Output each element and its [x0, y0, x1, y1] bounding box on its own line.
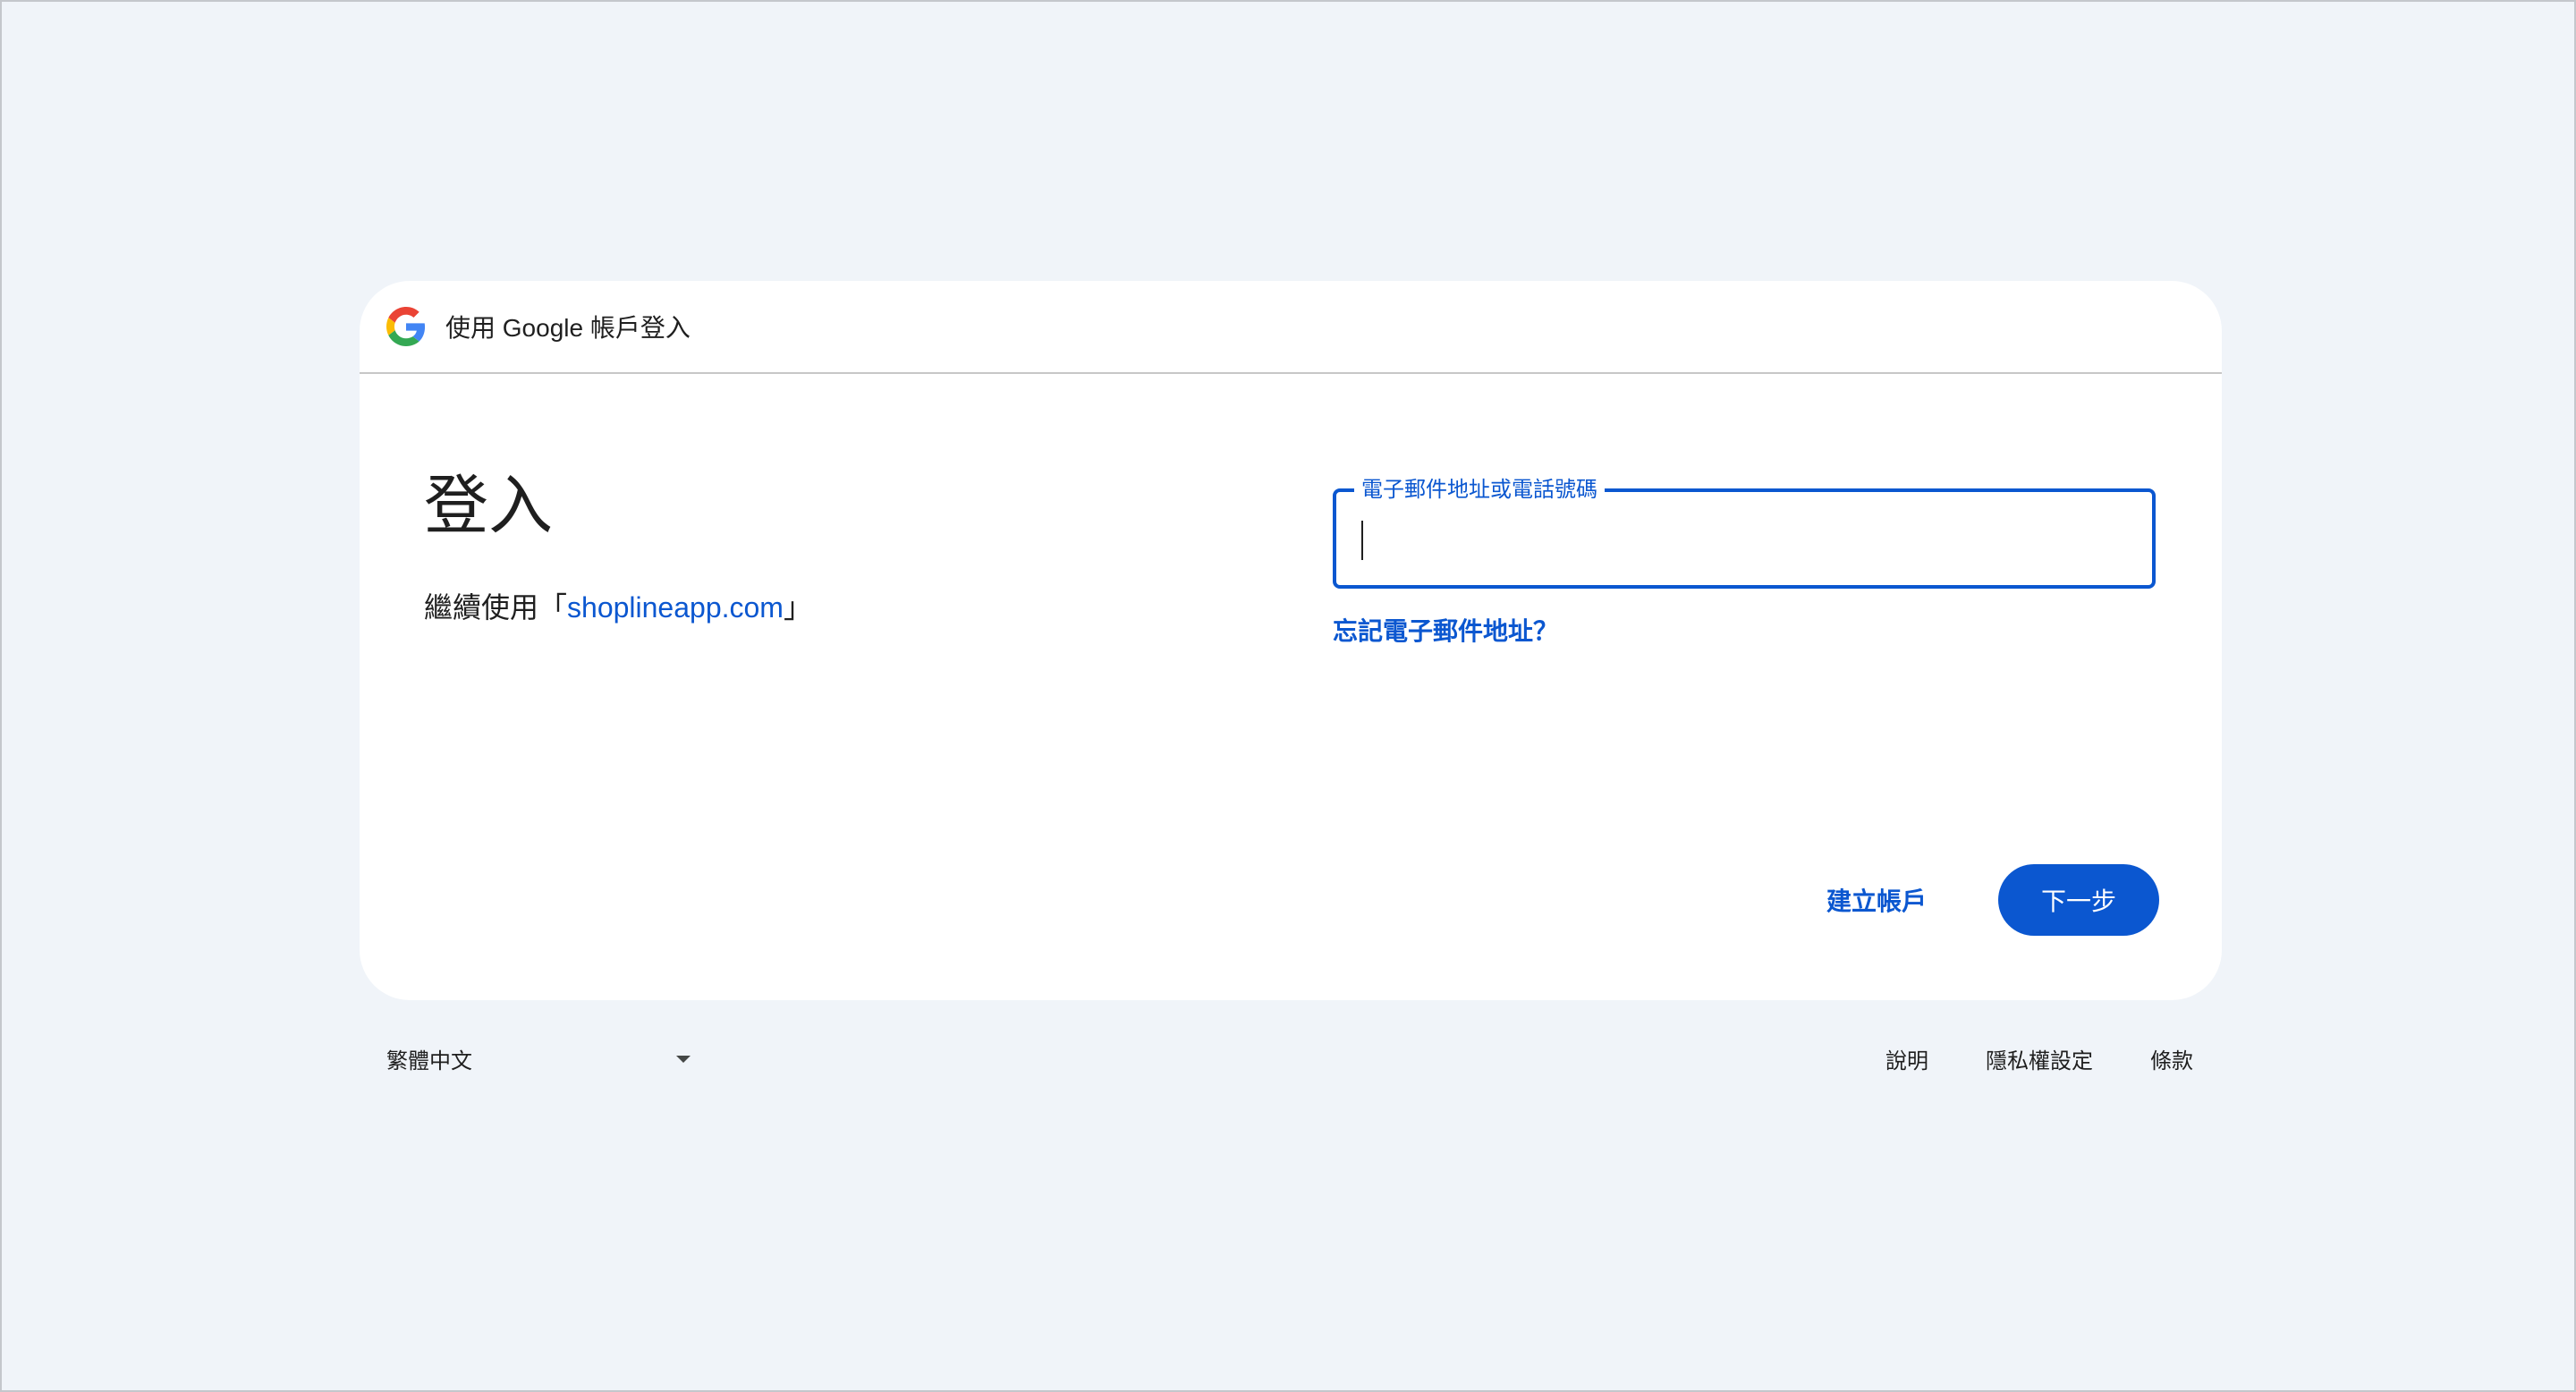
header-title: 使用 Google 帳戶登入 — [445, 314, 691, 342]
text-caret — [1361, 521, 1363, 560]
help-link[interactable]: 說明 — [1885, 1043, 1928, 1074]
create-account-button[interactable]: 建立帳戶 — [1805, 864, 1948, 936]
next-button[interactable]: 下一步 — [1998, 864, 2159, 936]
email-field-label: 電子郵件地址或電話號碼 — [1354, 476, 1605, 505]
app-link[interactable]: shoplineapp.com — [567, 591, 784, 624]
form-section: 電子郵件地址或電話號碼 忘記電子郵件地址？ — [1333, 476, 2156, 648]
privacy-link[interactable]: 隱私權設定 — [1986, 1043, 2093, 1074]
terms-link[interactable]: 條款 — [2150, 1043, 2193, 1074]
actions: 建立帳戶 下一步 — [1805, 864, 2159, 936]
subtitle: 繼續使用「shoplineapp.com」 — [424, 585, 812, 626]
heading-section: 登入 繼續使用「shoplineapp.com」 — [424, 474, 812, 626]
card-header: 使用 Google 帳戶登入 — [360, 281, 2222, 374]
forgot-email-link[interactable]: 忘記電子郵件地址？ — [1333, 612, 1558, 648]
subtitle-suffix: 」 — [783, 591, 812, 624]
chevron-down-icon — [676, 1055, 691, 1063]
footer-links: 說明 隱私權設定 條款 — [1828, 1043, 2193, 1074]
page-title: 登入 — [424, 471, 554, 542]
language-select[interactable]: 繁體中文 — [386, 1043, 691, 1074]
sign-in-card: 使用 Google 帳戶登入 登入 繼續使用「shoplineapp.com」 … — [360, 281, 2222, 1000]
email-input[interactable] — [1361, 517, 2131, 560]
email-field[interactable]: 電子郵件地址或電話號碼 — [1333, 476, 2156, 589]
subtitle-prefix: 繼續使用「 — [424, 591, 568, 624]
language-label: 繁體中文 — [386, 1049, 472, 1074]
footer: 繁體中文 說明 隱私權設定 條款 — [386, 1043, 2193, 1074]
google-g-icon — [386, 307, 426, 346]
